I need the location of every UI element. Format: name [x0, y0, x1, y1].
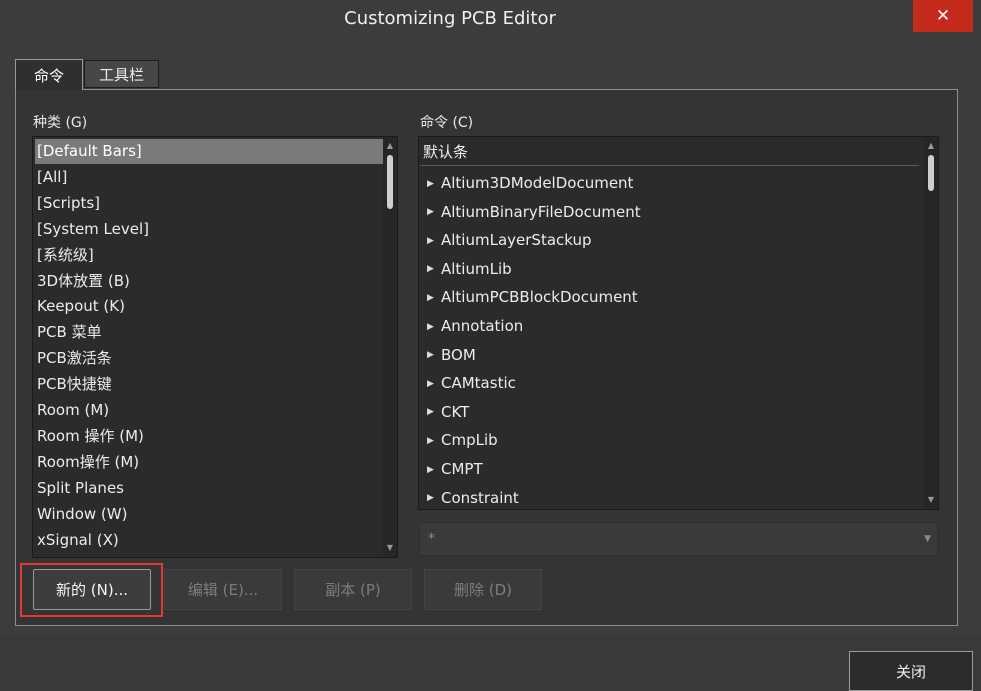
category-item[interactable]: xSignal (X) [35, 528, 383, 553]
command-item-label: CMPT [441, 460, 483, 478]
command-item-label: CKT [441, 402, 470, 421]
category-item[interactable]: PCB快捷键 [35, 372, 383, 397]
categories-scrollbar[interactable]: ▲ ▼ [383, 137, 397, 557]
commands-list[interactable]: 默认条 ▶ Altium3DModelDocument ▶ AltiumBinaryF… [418, 136, 939, 510]
command-item[interactable]: ▶ AltiumLib [427, 255, 512, 283]
command-item-label: BOM [441, 345, 476, 364]
scroll-up-icon[interactable]: ▲ [926, 141, 936, 150]
caret-right-icon[interactable]: ▶ [427, 313, 441, 341]
command-item[interactable]: ▶ Constraint [427, 484, 519, 509]
scroll-thumb[interactable] [387, 155, 393, 209]
caret-right-icon[interactable]: ▶ [427, 227, 441, 255]
command-item[interactable]: ▶ Annotation [427, 312, 523, 340]
delete-button[interactable]: 删除 (D) [424, 569, 542, 610]
category-item[interactable]: Room (M) [35, 398, 383, 423]
command-item-label: AltiumLib [441, 259, 512, 278]
close-window-button[interactable]: ✕ [913, 0, 973, 32]
command-filter-combo[interactable]: * ▼ [419, 522, 938, 556]
category-item[interactable]: Keepout (K) [35, 294, 383, 319]
scroll-down-icon[interactable]: ▼ [385, 543, 395, 552]
category-item[interactable]: [System Level] [35, 217, 383, 242]
command-item[interactable]: ▶ AltiumBinaryFileDocument [427, 198, 641, 226]
scroll-up-icon[interactable]: ▲ [385, 141, 395, 150]
chevron-down-icon: ▼ [924, 534, 931, 544]
combo-value: * [428, 531, 435, 547]
category-item[interactable]: [All] [35, 165, 383, 190]
title-bar: Customizing PCB Editor ✕ [0, 0, 981, 39]
categories-list[interactable]: [Default Bars] [All] [Scripts] [System Leve… [32, 136, 398, 558]
close-icon: ✕ [935, 6, 951, 26]
copy-button[interactable]: 副本 (P) [294, 569, 412, 610]
command-item-label: Constraint [441, 488, 519, 507]
scroll-thumb[interactable] [928, 155, 934, 191]
commands-label: 命令 (C) [420, 115, 474, 131]
caret-right-icon[interactable]: ▶ [427, 370, 441, 398]
command-item-label: CAMtastic [441, 374, 516, 393]
caret-right-icon[interactable]: ▶ [427, 341, 441, 369]
category-item[interactable]: [系统级] [35, 243, 383, 268]
command-item-label: CmpLib [441, 431, 498, 450]
category-item[interactable]: Room操作 (M) [35, 450, 383, 475]
command-item[interactable]: ▶ CKT [427, 398, 469, 426]
commands-scrollbar[interactable]: ▲ ▼ [924, 137, 938, 509]
edit-button[interactable]: 编辑 (E)... [164, 569, 282, 610]
command-item[interactable]: ▶ AltiumPCBBlockDocument [427, 283, 638, 311]
command-item[interactable]: ▶ Altium3DModelDocument [427, 169, 633, 197]
tab-toolbars[interactable]: 工具栏 [84, 60, 159, 88]
category-item[interactable]: Window (W) [35, 502, 383, 527]
caret-right-icon[interactable]: ▶ [427, 427, 441, 455]
window-title: Customizing PCB Editor [344, 8, 556, 29]
scroll-down-icon[interactable]: ▼ [926, 495, 936, 504]
command-item-label: Annotation [441, 317, 524, 335]
category-item[interactable]: PCB 菜单 [35, 320, 383, 345]
caret-right-icon[interactable]: ▶ [427, 198, 441, 226]
category-item[interactable]: Room 操作 (M) [35, 424, 383, 449]
close-button[interactable]: 关闭 [849, 651, 973, 691]
tab-commands[interactable]: 命令 [15, 59, 83, 90]
caret-right-icon[interactable]: ▶ [427, 284, 441, 312]
commands-header: 默认条 [420, 138, 919, 166]
command-item-label: AltiumBinaryFileDocument [441, 202, 641, 221]
category-item[interactable]: [Scripts] [35, 191, 383, 216]
caret-right-icon[interactable]: ▶ [427, 398, 441, 426]
command-item-label: Altium3DModelDocument [441, 174, 634, 192]
dialog-footer [0, 636, 981, 691]
category-item[interactable]: PCB激活条 [35, 346, 383, 371]
categories-label: 种类 (G) [33, 115, 88, 131]
caret-right-icon[interactable]: ▶ [427, 484, 441, 509]
command-item[interactable]: ▶ AltiumLayerStackup [427, 226, 592, 254]
category-item[interactable]: Split Planes [35, 476, 383, 501]
command-item[interactable]: ▶ CMPT [427, 455, 483, 483]
category-item[interactable]: 3D体放置 (B) [35, 269, 383, 294]
command-item[interactable]: ▶ BOM [427, 341, 476, 369]
caret-right-icon[interactable]: ▶ [427, 170, 441, 198]
category-item[interactable]: [Default Bars] [35, 139, 383, 164]
caret-right-icon[interactable]: ▶ [427, 255, 441, 283]
command-item[interactable]: ▶ CAMtastic [427, 369, 516, 397]
command-item-label: AltiumPCBBlockDocument [441, 288, 638, 307]
new-button[interactable]: 新的 (N)... [33, 569, 151, 610]
command-item[interactable]: ▶ CmpLib [427, 426, 498, 454]
command-item-label: AltiumLayerStackup [441, 231, 592, 250]
caret-right-icon[interactable]: ▶ [427, 456, 441, 484]
